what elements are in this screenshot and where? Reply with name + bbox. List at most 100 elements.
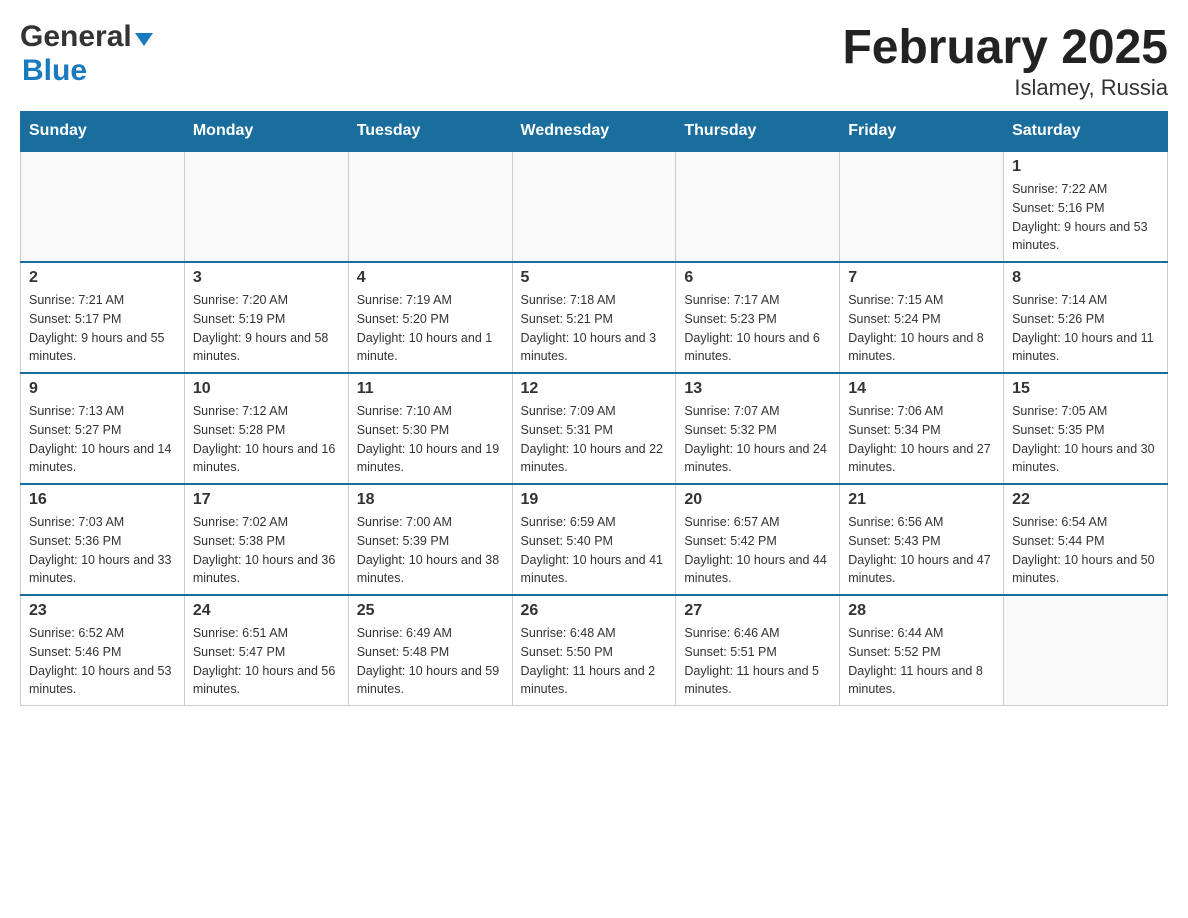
page-header: General Blue February 2025 Islamey, Russ… <box>20 20 1168 101</box>
calendar-week-row: 23 Sunrise: 6:52 AM Sunset: 5:46 PM Dayli… <box>21 595 1168 706</box>
day-info: Sunrise: 7:21 AM Sunset: 5:17 PM Dayligh… <box>29 291 176 366</box>
day-info: Sunrise: 6:56 AM Sunset: 5:43 PM Dayligh… <box>848 513 995 588</box>
calendar-cell: 13 Sunrise: 7:07 AM Sunset: 5:32 PM Dayli… <box>676 373 840 484</box>
calendar-cell <box>1004 595 1168 706</box>
day-number: 16 <box>29 491 176 509</box>
day-number: 18 <box>357 491 504 509</box>
day-number: 7 <box>848 269 995 287</box>
calendar-cell: 25Sunrise: 6:49 AM Sunset: 5:48 PM Dayli… <box>348 595 512 706</box>
calendar-cell: 17 Sunrise: 7:02 AM Sunset: 5:38 PM Dayli… <box>184 484 348 595</box>
calendar-cell: 3 Sunrise: 7:20 AM Sunset: 5:19 PM Daylig… <box>184 262 348 373</box>
calendar-cell <box>348 151 512 262</box>
day-number: 2 <box>29 269 176 287</box>
day-info: Sunrise: 7:02 AM Sunset: 5:38 PM Dayligh… <box>193 513 340 588</box>
day-number: 26 <box>521 602 668 620</box>
day-number: 24 <box>193 602 340 620</box>
calendar-cell: 4Sunrise: 7:19 AM Sunset: 5:20 PM Daylig… <box>348 262 512 373</box>
calendar-cell: 2 Sunrise: 7:21 AM Sunset: 5:17 PM Daylig… <box>21 262 185 373</box>
calendar-cell: 1Sunrise: 7:22 AM Sunset: 5:16 PM Daylig… <box>1004 151 1168 262</box>
day-number: 22 <box>1012 491 1159 509</box>
calendar-cell: 19 Sunrise: 6:59 AM Sunset: 5:40 PM Dayli… <box>512 484 676 595</box>
calendar-cell: 15 Sunrise: 7:05 AM Sunset: 5:35 PM Dayli… <box>1004 373 1168 484</box>
calendar-cell: 18 Sunrise: 7:00 AM Sunset: 5:39 PM Dayli… <box>348 484 512 595</box>
day-number: 14 <box>848 380 995 398</box>
day-info: Sunrise: 7:17 AM Sunset: 5:23 PM Dayligh… <box>684 291 831 366</box>
calendar-cell: 20 Sunrise: 6:57 AM Sunset: 5:42 PM Dayli… <box>676 484 840 595</box>
calendar-cell: 12Sunrise: 7:09 AM Sunset: 5:31 PM Dayli… <box>512 373 676 484</box>
calendar-day-header: Wednesday <box>512 112 676 152</box>
calendar-cell: 5 Sunrise: 7:18 AM Sunset: 5:21 PM Daylig… <box>512 262 676 373</box>
calendar-cell <box>512 151 676 262</box>
calendar-week-row: 1Sunrise: 7:22 AM Sunset: 5:16 PM Daylig… <box>21 151 1168 262</box>
calendar-header-row: SundayMondayTuesdayWednesdayThursdayFrid… <box>21 112 1168 152</box>
calendar-day-header: Sunday <box>21 112 185 152</box>
calendar-week-row: 16 Sunrise: 7:03 AM Sunset: 5:36 PM Dayli… <box>21 484 1168 595</box>
calendar-day-header: Tuesday <box>348 112 512 152</box>
day-info: Sunrise: 7:05 AM Sunset: 5:35 PM Dayligh… <box>1012 402 1159 477</box>
day-info: Sunrise: 6:57 AM Sunset: 5:42 PM Dayligh… <box>684 513 831 588</box>
day-number: 12 <box>521 380 668 398</box>
day-number: 15 <box>1012 380 1159 398</box>
day-info: Sunrise: 6:52 AM Sunset: 5:46 PM Dayligh… <box>29 624 176 699</box>
calendar-day-header: Thursday <box>676 112 840 152</box>
day-info: Sunrise: 7:10 AM Sunset: 5:30 PM Dayligh… <box>357 402 504 477</box>
calendar-day-header: Saturday <box>1004 112 1168 152</box>
day-number: 4 <box>357 269 504 287</box>
day-number: 27 <box>684 602 831 620</box>
day-info: Sunrise: 6:44 AM Sunset: 5:52 PM Dayligh… <box>848 624 995 699</box>
calendar-cell: 7Sunrise: 7:15 AM Sunset: 5:24 PM Daylig… <box>840 262 1004 373</box>
day-number: 23 <box>29 602 176 620</box>
day-info: Sunrise: 7:03 AM Sunset: 5:36 PM Dayligh… <box>29 513 176 588</box>
calendar-cell: 22 Sunrise: 6:54 AM Sunset: 5:44 PM Dayli… <box>1004 484 1168 595</box>
calendar-week-row: 2 Sunrise: 7:21 AM Sunset: 5:17 PM Daylig… <box>21 262 1168 373</box>
day-info: Sunrise: 7:18 AM Sunset: 5:21 PM Dayligh… <box>521 291 668 366</box>
logo-blue-text: Blue <box>22 54 153 88</box>
logo: General Blue <box>20 20 153 88</box>
calendar-cell <box>21 151 185 262</box>
page-subtitle: Islamey, Russia <box>842 75 1168 101</box>
day-number: 5 <box>521 269 668 287</box>
calendar-cell: 28 Sunrise: 6:44 AM Sunset: 5:52 PM Dayli… <box>840 595 1004 706</box>
day-number: 20 <box>684 491 831 509</box>
day-info: Sunrise: 6:48 AM Sunset: 5:50 PM Dayligh… <box>521 624 668 699</box>
day-info: Sunrise: 6:54 AM Sunset: 5:44 PM Dayligh… <box>1012 513 1159 588</box>
day-info: Sunrise: 7:00 AM Sunset: 5:39 PM Dayligh… <box>357 513 504 588</box>
calendar-cell: 21Sunrise: 6:56 AM Sunset: 5:43 PM Dayli… <box>840 484 1004 595</box>
calendar-cell: 27 Sunrise: 6:46 AM Sunset: 5:51 PM Dayli… <box>676 595 840 706</box>
day-info: Sunrise: 7:22 AM Sunset: 5:16 PM Dayligh… <box>1012 180 1159 255</box>
day-info: Sunrise: 7:20 AM Sunset: 5:19 PM Dayligh… <box>193 291 340 366</box>
day-number: 19 <box>521 491 668 509</box>
calendar-cell: 14 Sunrise: 7:06 AM Sunset: 5:34 PM Dayli… <box>840 373 1004 484</box>
day-number: 10 <box>193 380 340 398</box>
day-info: Sunrise: 6:46 AM Sunset: 5:51 PM Dayligh… <box>684 624 831 699</box>
logo-general-text: General <box>20 20 132 54</box>
calendar-cell: 8Sunrise: 7:14 AM Sunset: 5:26 PM Daylig… <box>1004 262 1168 373</box>
calendar-cell: 10 Sunrise: 7:12 AM Sunset: 5:28 PM Dayli… <box>184 373 348 484</box>
day-info: Sunrise: 6:59 AM Sunset: 5:40 PM Dayligh… <box>521 513 668 588</box>
day-number: 11 <box>357 380 504 398</box>
day-info: Sunrise: 7:13 AM Sunset: 5:27 PM Dayligh… <box>29 402 176 477</box>
calendar-cell: 11 Sunrise: 7:10 AM Sunset: 5:30 PM Dayli… <box>348 373 512 484</box>
day-number: 3 <box>193 269 340 287</box>
calendar-cell <box>184 151 348 262</box>
day-info: Sunrise: 7:14 AM Sunset: 5:26 PM Dayligh… <box>1012 291 1159 366</box>
title-block: February 2025 Islamey, Russia <box>842 20 1168 101</box>
day-info: Sunrise: 7:12 AM Sunset: 5:28 PM Dayligh… <box>193 402 340 477</box>
day-number: 13 <box>684 380 831 398</box>
calendar-cell: 23 Sunrise: 6:52 AM Sunset: 5:46 PM Dayli… <box>21 595 185 706</box>
calendar-cell: 16 Sunrise: 7:03 AM Sunset: 5:36 PM Dayli… <box>21 484 185 595</box>
day-info: Sunrise: 6:51 AM Sunset: 5:47 PM Dayligh… <box>193 624 340 699</box>
day-number: 6 <box>684 269 831 287</box>
calendar-week-row: 9Sunrise: 7:13 AM Sunset: 5:27 PM Daylig… <box>21 373 1168 484</box>
day-info: Sunrise: 7:07 AM Sunset: 5:32 PM Dayligh… <box>684 402 831 477</box>
calendar-cell <box>840 151 1004 262</box>
day-number: 17 <box>193 491 340 509</box>
day-info: Sunrise: 6:49 AM Sunset: 5:48 PM Dayligh… <box>357 624 504 699</box>
calendar-cell: 26 Sunrise: 6:48 AM Sunset: 5:50 PM Dayli… <box>512 595 676 706</box>
calendar-table: SundayMondayTuesdayWednesdayThursdayFrid… <box>20 111 1168 706</box>
calendar-day-header: Monday <box>184 112 348 152</box>
logo-triangle-icon <box>135 33 153 46</box>
day-number: 28 <box>848 602 995 620</box>
day-info: Sunrise: 7:06 AM Sunset: 5:34 PM Dayligh… <box>848 402 995 477</box>
calendar-cell: 6 Sunrise: 7:17 AM Sunset: 5:23 PM Daylig… <box>676 262 840 373</box>
